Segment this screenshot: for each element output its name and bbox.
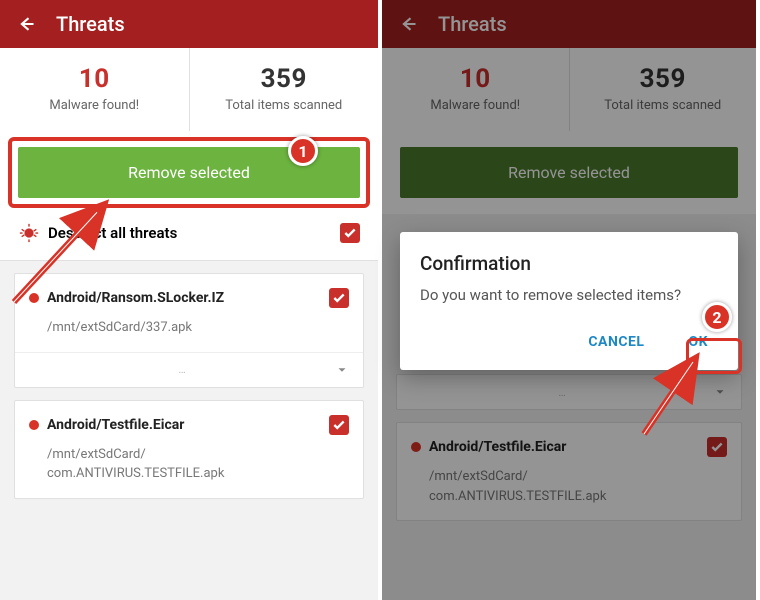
check-icon: [332, 291, 346, 305]
stat-malware: 10 Malware found!: [0, 48, 190, 131]
stat-scanned: 359 Total items scanned: [190, 48, 379, 131]
screen-step-1: Threats 10 Malware found! 359 Total item…: [0, 0, 380, 600]
deselect-label: Deselect all threats: [48, 224, 340, 242]
stat-malware-label: Malware found!: [8, 98, 181, 113]
dialog-message: Do you want to remove selected items?: [420, 285, 718, 306]
threat-path: /mnt/extSdCard/337.apk: [15, 318, 363, 352]
threat-checkbox[interactable]: [329, 288, 349, 308]
ellipsis-icon: …: [29, 363, 335, 376]
threat-card: Android/Ransom.SLocker.IZ /mnt/extSdCard…: [14, 273, 364, 388]
ok-button[interactable]: OK: [678, 328, 718, 356]
threat-card-header: Android/Ransom.SLocker.IZ: [15, 274, 363, 318]
threat-name: Android/Testfile.Eicar: [47, 417, 329, 433]
threat-dot-icon: [29, 293, 39, 303]
threat-card-header: Android/Testfile.Eicar: [15, 401, 363, 445]
stats-row: 10 Malware found! 359 Total items scanne…: [0, 48, 378, 131]
check-icon: [332, 418, 346, 432]
stat-scanned-count: 359: [198, 64, 371, 94]
threat-card-footer[interactable]: …: [15, 352, 363, 387]
screen-step-2: Threats 10 Malware found! 359 Total item…: [380, 0, 760, 600]
threat-path: /mnt/extSdCard/ com.ANTIVIRUS.TESTFILE.a…: [15, 445, 363, 498]
arrow-left-icon: [16, 14, 36, 34]
threat-dot-icon: [29, 420, 39, 430]
stat-scanned-label: Total items scanned: [198, 98, 371, 113]
stat-malware-count: 10: [8, 64, 181, 94]
deselect-all-row[interactable]: Deselect all threats: [0, 214, 378, 261]
check-icon: [343, 226, 357, 240]
back-button[interactable]: [12, 10, 40, 38]
dialog-actions: CANCEL OK: [420, 328, 718, 356]
cancel-button[interactable]: CANCEL: [578, 328, 654, 356]
threat-name: Android/Ransom.SLocker.IZ: [47, 290, 329, 306]
bug-icon: [18, 222, 40, 244]
deselect-checkbox[interactable]: [340, 223, 360, 243]
confirmation-dialog: Confirmation Do you want to remove selec…: [400, 232, 738, 370]
remove-button-container: Remove selected: [0, 131, 378, 214]
threat-card: Android/Testfile.Eicar /mnt/extSdCard/ c…: [14, 400, 364, 499]
annotation-badge-1: 1: [288, 136, 318, 166]
dialog-title: Confirmation: [420, 252, 718, 275]
chevron-down-icon: [335, 363, 349, 377]
app-header: Threats: [0, 0, 378, 48]
page-title: Threats: [56, 12, 125, 36]
annotation-badge-2: 2: [702, 302, 732, 332]
threat-checkbox[interactable]: [329, 415, 349, 435]
